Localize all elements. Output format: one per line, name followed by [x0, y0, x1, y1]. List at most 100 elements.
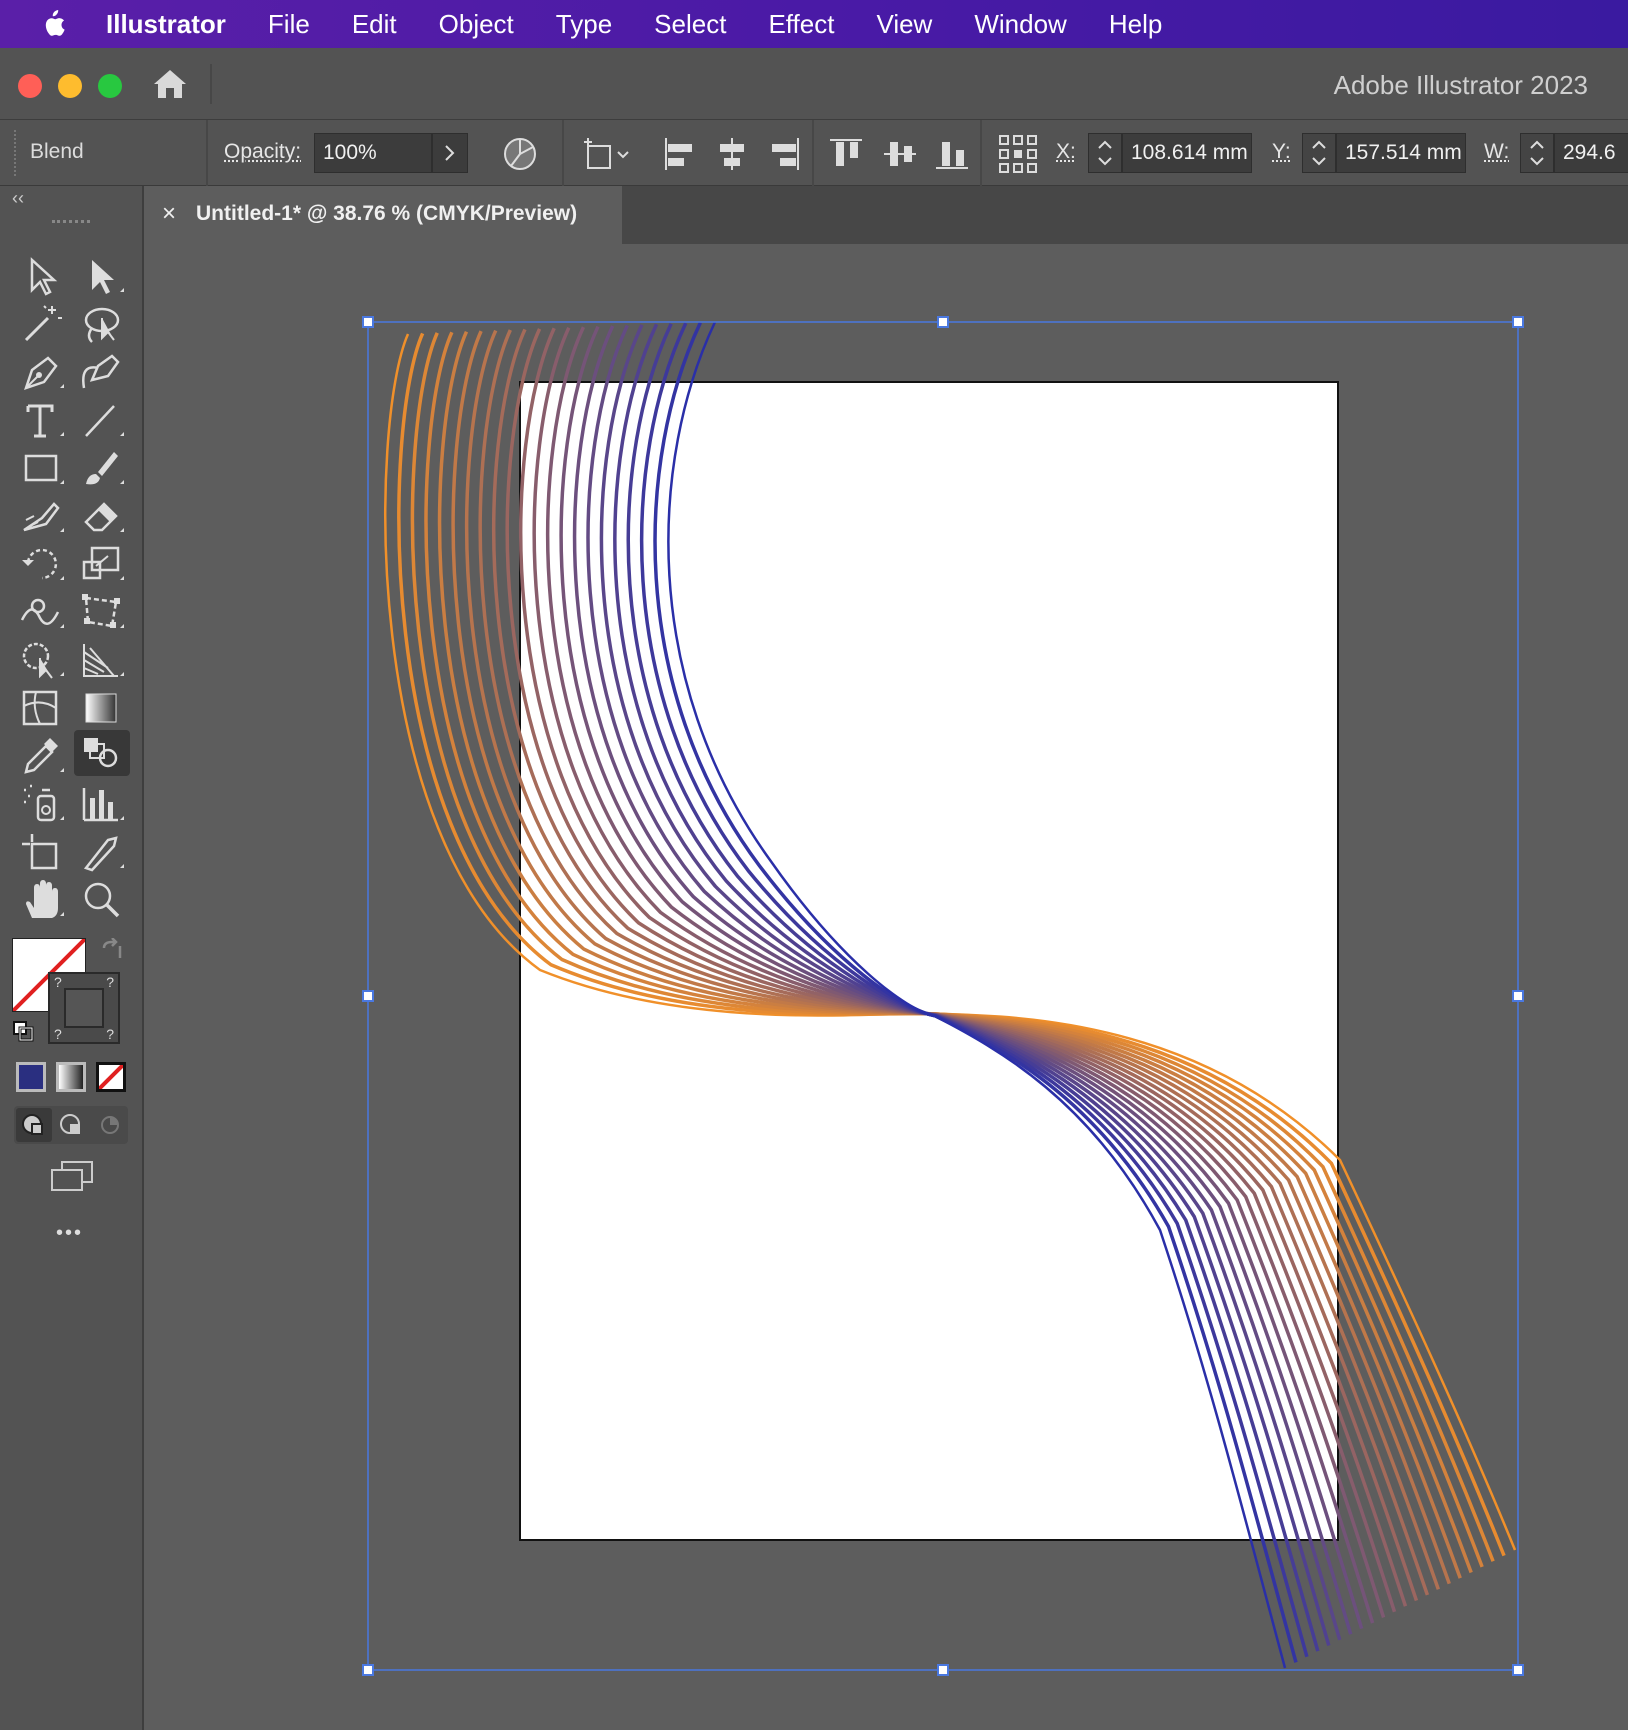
gradient-tool-icon[interactable]: [78, 686, 126, 730]
line-segment-tool-icon[interactable]: [78, 398, 126, 442]
document-tab[interactable]: × Untitled-1* @ 38.76 % (CMYK/Preview): [148, 186, 622, 244]
align-right-icon[interactable]: [764, 134, 804, 174]
canvas[interactable]: [148, 244, 1628, 1730]
zoom-tool-icon[interactable]: [78, 878, 126, 922]
close-window-button[interactable]: [18, 74, 42, 98]
selection-tool-icon[interactable]: [18, 254, 66, 298]
panel-grip[interactable]: [52, 220, 90, 229]
selection-handle[interactable]: [937, 316, 949, 328]
column-graph-tool-icon[interactable]: [78, 782, 126, 826]
control-bar: Blend Opacity: 100% X: 108.614 mm Y: 157…: [0, 120, 1628, 186]
close-document-button[interactable]: ×: [162, 200, 176, 228]
selection-handle[interactable]: [1512, 1664, 1524, 1676]
align-vertical-center-icon[interactable]: [880, 134, 920, 174]
y-stepper[interactable]: [1302, 133, 1336, 173]
warp-tool-icon[interactable]: [18, 590, 66, 634]
swap-fill-stroke-icon[interactable]: [100, 937, 124, 962]
curvature-tool-icon[interactable]: [78, 350, 126, 394]
unknown-stroke-indicator: ?: [54, 1026, 62, 1042]
title-bar: Adobe Illustrator 2023: [0, 48, 1628, 120]
align-top-icon[interactable]: [826, 134, 866, 174]
artwork-svg: [362, 316, 1524, 1676]
draw-behind-icon[interactable]: [54, 1108, 90, 1142]
rectangle-tool-icon[interactable]: [18, 446, 66, 490]
stroke-swatch[interactable]: ? ? ? ?: [48, 972, 120, 1044]
align-left-icon[interactable]: [660, 134, 700, 174]
align-bottom-icon[interactable]: [932, 134, 972, 174]
symbol-sprayer-tool-icon[interactable]: [18, 782, 66, 826]
control-bar-grip[interactable]: [14, 130, 19, 176]
selection-handle[interactable]: [1512, 316, 1524, 328]
w-label[interactable]: W:: [1484, 140, 1509, 164]
unknown-stroke-indicator: ?: [54, 974, 62, 990]
selection-handle[interactable]: [362, 1664, 374, 1676]
scale-tool-icon[interactable]: [78, 542, 126, 586]
menu-help[interactable]: Help: [1109, 9, 1162, 40]
direct-selection-tool-icon[interactable]: [78, 254, 126, 298]
menu-file[interactable]: File: [268, 9, 310, 40]
none-mode-button[interactable]: [96, 1062, 126, 1092]
reference-point-icon[interactable]: [998, 134, 1038, 174]
y-input[interactable]: 157.514 mm: [1336, 133, 1466, 173]
selection-handle[interactable]: [362, 316, 374, 328]
separator: [562, 120, 564, 186]
minimize-window-button[interactable]: [58, 74, 82, 98]
paintbrush-tool-icon[interactable]: [78, 446, 126, 490]
x-label[interactable]: X:: [1056, 140, 1076, 164]
selection-handle[interactable]: [1512, 990, 1524, 1002]
separator: [812, 120, 814, 186]
menu-type[interactable]: Type: [556, 9, 612, 40]
screen-mode-icon[interactable]: [48, 1158, 96, 1194]
color-mode-button[interactable]: [16, 1062, 46, 1092]
edit-toolbar-button[interactable]: •••: [56, 1222, 83, 1245]
hand-tool-icon[interactable]: [18, 878, 66, 922]
selection-handle[interactable]: [362, 990, 374, 1002]
zoom-window-button[interactable]: [98, 74, 122, 98]
align-horizontal-center-icon[interactable]: [712, 134, 752, 174]
recolor-artwork-icon[interactable]: [500, 134, 540, 174]
rotate-tool-icon[interactable]: [18, 542, 66, 586]
app-menu[interactable]: Illustrator: [106, 9, 226, 40]
window-title: Adobe Illustrator 2023: [1333, 70, 1588, 100]
x-stepper[interactable]: [1088, 133, 1122, 173]
transform-reference-icon[interactable]: [582, 134, 634, 174]
blend-tool-icon[interactable]: [74, 730, 130, 776]
free-transform-tool-icon[interactable]: [78, 590, 126, 634]
slice-tool-icon[interactable]: [78, 830, 126, 874]
draw-normal-icon[interactable]: [16, 1108, 52, 1142]
shape-builder-tool-icon[interactable]: [18, 638, 66, 682]
opacity-label[interactable]: Opacity:: [224, 140, 301, 164]
apple-menu-icon[interactable]: [38, 7, 68, 41]
menu-window[interactable]: Window: [974, 9, 1066, 40]
w-input[interactable]: 294.6: [1554, 133, 1628, 173]
eraser-tool-icon[interactable]: [78, 494, 126, 538]
x-input[interactable]: 108.614 mm: [1122, 133, 1252, 173]
artboard-tool-icon[interactable]: [18, 830, 66, 874]
menu-effect[interactable]: Effect: [768, 9, 834, 40]
document-tab-bar: × Untitled-1* @ 38.76 % (CMYK/Preview): [148, 186, 1628, 244]
type-tool-icon[interactable]: [18, 398, 66, 442]
menu-view[interactable]: View: [876, 9, 932, 40]
collapse-panel-button[interactable]: ‹‹: [12, 188, 24, 209]
w-stepper[interactable]: [1520, 133, 1554, 173]
pen-tool-icon[interactable]: [18, 350, 66, 394]
separator: [980, 120, 982, 186]
opacity-input[interactable]: 100%: [314, 133, 432, 173]
document-tab-title: Untitled-1* @ 38.76 % (CMYK/Preview): [196, 202, 578, 225]
draw-inside-icon[interactable]: [92, 1108, 128, 1142]
magic-wand-tool-icon[interactable]: [18, 302, 66, 346]
gradient-mode-button[interactable]: [56, 1062, 86, 1092]
default-fill-stroke-icon[interactable]: [12, 1020, 36, 1044]
perspective-grid-tool-icon[interactable]: [78, 638, 126, 682]
menu-edit[interactable]: Edit: [352, 9, 397, 40]
menu-object[interactable]: Object: [439, 9, 514, 40]
shaper-tool-icon[interactable]: [18, 494, 66, 538]
eyedropper-tool-icon[interactable]: [18, 734, 66, 778]
y-label[interactable]: Y:: [1272, 140, 1291, 164]
menu-select[interactable]: Select: [654, 9, 726, 40]
home-icon[interactable]: [150, 66, 190, 102]
opacity-flyout-button[interactable]: [432, 133, 468, 173]
selection-handle[interactable]: [937, 1664, 949, 1676]
mesh-tool-icon[interactable]: [18, 686, 66, 730]
lasso-tool-icon[interactable]: [78, 302, 126, 346]
